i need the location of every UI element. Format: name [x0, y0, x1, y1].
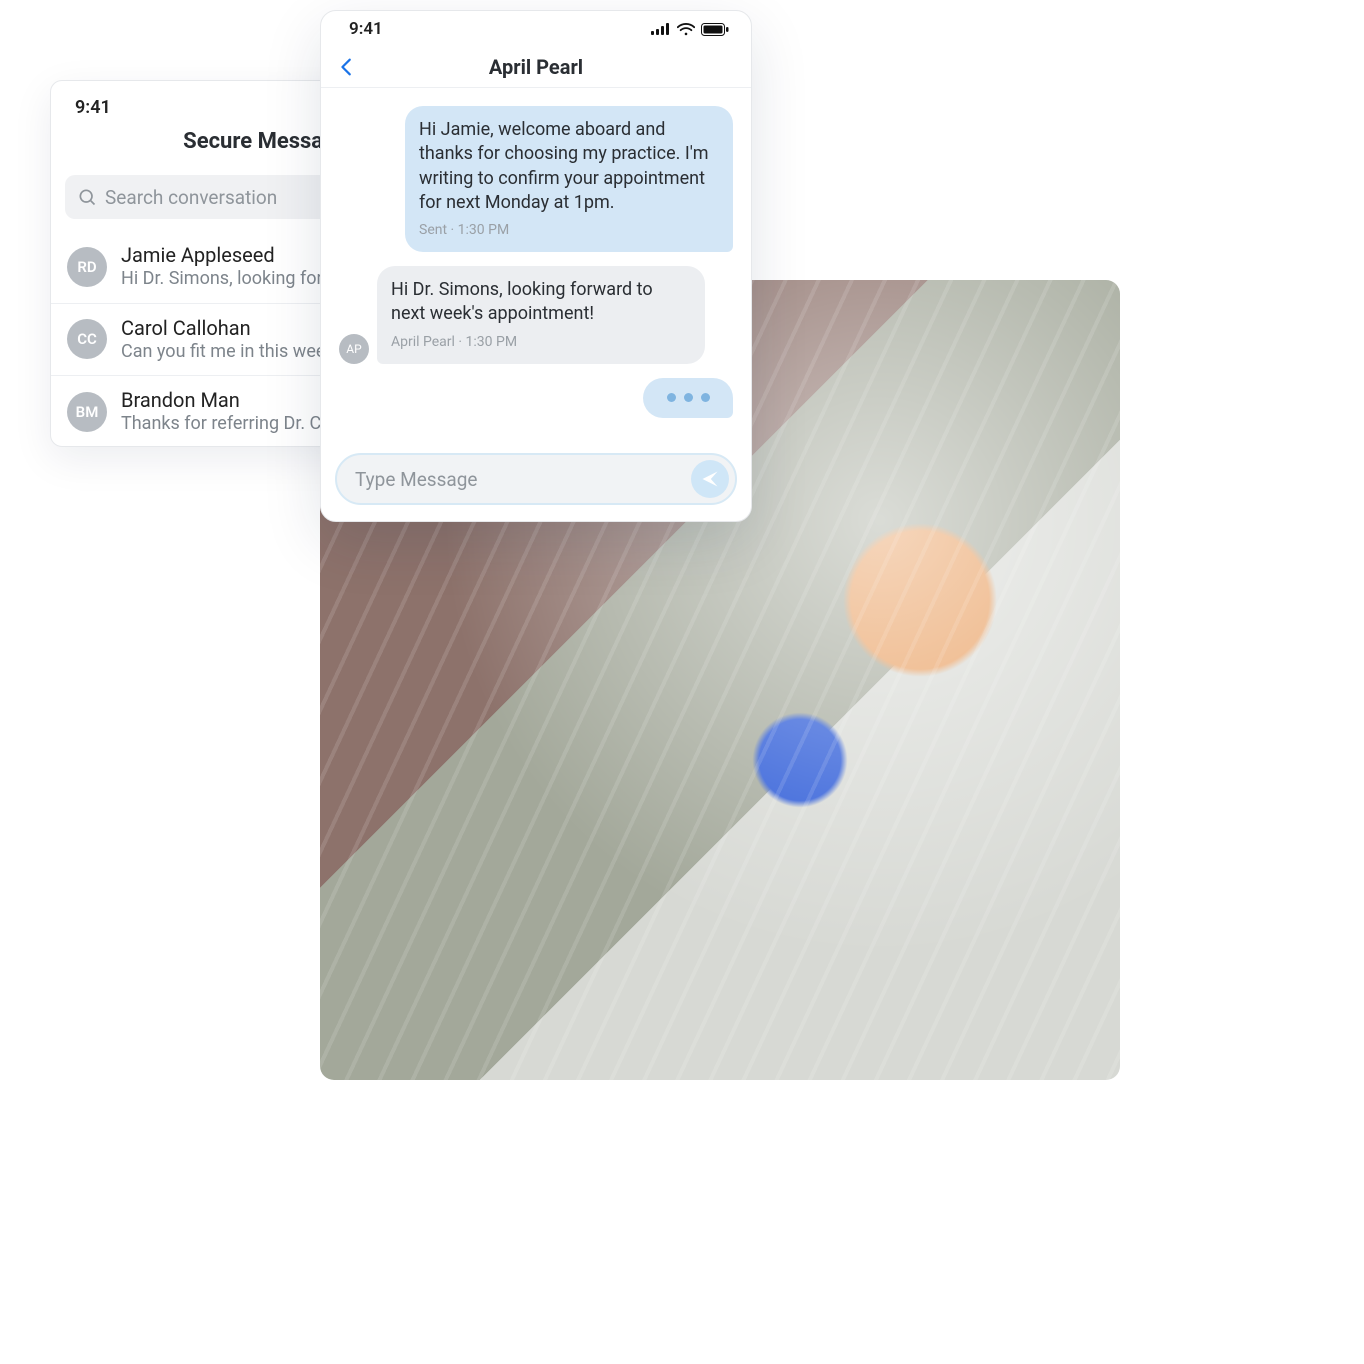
- send-icon: [700, 469, 720, 489]
- message-text: Hi Dr. Simons, looking forward to next w…: [391, 278, 691, 327]
- search-icon: [77, 187, 97, 207]
- message-meta: Sent · 1:30 PM: [419, 221, 719, 240]
- message-text: Hi Jamie, welcome aboard and thanks for …: [419, 118, 719, 215]
- send-button[interactable]: [691, 460, 729, 498]
- status-bar-time: 9:41: [75, 97, 111, 118]
- chat-panel: 9:41: [320, 10, 752, 522]
- message-outgoing: Hi Jamie, welcome aboard and thanks for …: [339, 106, 733, 252]
- status-bar: 9:41: [321, 11, 751, 47]
- typing-bubble: [643, 378, 733, 418]
- message-meta: April Pearl · 1:30 PM: [391, 333, 691, 352]
- status-bar-time: 9:41: [349, 19, 383, 39]
- chat-header: April Pearl: [321, 47, 751, 88]
- battery-icon: [701, 23, 729, 36]
- wifi-icon: [677, 23, 695, 36]
- chat-contact-name: April Pearl: [489, 55, 583, 79]
- conversation-name: Carol Callohan: [121, 316, 343, 341]
- typing-indicator: [339, 378, 733, 418]
- chevron-left-icon: [336, 56, 358, 78]
- message-bubble: Hi Dr. Simons, looking forward to next w…: [377, 266, 705, 363]
- cellular-icon: [651, 23, 671, 35]
- message-incoming: AP Hi Dr. Simons, looking forward to next…: [339, 266, 733, 363]
- message-bubble: Hi Jamie, welcome aboard and thanks for …: [405, 106, 733, 252]
- search-placeholder: Search conversation: [105, 186, 277, 209]
- avatar: RD: [67, 247, 107, 287]
- avatar: AP: [339, 334, 369, 364]
- conversation-preview: Can you fit me in this week?: [121, 341, 343, 364]
- avatar: BM: [67, 392, 107, 432]
- message-composer[interactable]: Type Message: [335, 453, 737, 505]
- back-button[interactable]: [333, 53, 361, 81]
- composer-placeholder: Type Message: [355, 468, 691, 491]
- avatar: CC: [67, 319, 107, 359]
